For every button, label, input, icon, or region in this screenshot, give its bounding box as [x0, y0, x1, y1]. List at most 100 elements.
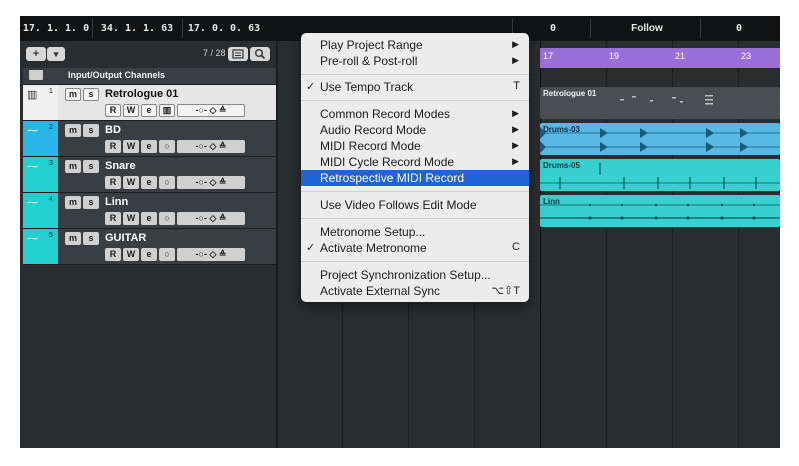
mute-button[interactable]: m: [65, 124, 81, 137]
divider: [590, 19, 591, 38]
track-list: Input/Output Channels ▥ 1 m s Retrologue…: [23, 68, 277, 265]
audio-event[interactable]: Drums-05: [540, 159, 780, 191]
track-linn[interactable]: ⁓ 4 m s Linn R W e ○ -○- ◇ ≙: [23, 193, 277, 229]
waveform-graphic: [540, 203, 780, 220]
edit-channel-icon[interactable]: e: [141, 212, 157, 225]
cubase-window: 17. 1. 1. 0 34. 1. 1. 63 17. 0. 0. 63 0 …: [20, 16, 780, 448]
audio-event[interactable]: Drums-03: [540, 123, 780, 155]
solo-button[interactable]: s: [83, 124, 99, 137]
read-automation-button[interactable]: R: [105, 140, 121, 153]
bar-marker: 17: [543, 51, 554, 61]
solo-button[interactable]: s: [83, 232, 99, 245]
menu-item-label: Pre-roll & Post-roll: [320, 54, 418, 68]
cycle-ruler[interactable]: 17 19 21 23: [540, 48, 780, 68]
folder-track[interactable]: Input/Output Channels: [23, 68, 277, 85]
edit-instrument-icon[interactable]: e: [141, 104, 157, 117]
submenu-arrow-icon: ▶: [512, 108, 519, 118]
left-locator[interactable]: 17. 1. 1. 0: [20, 20, 92, 37]
list-view-icon[interactable]: [228, 47, 248, 61]
folder-icon: [29, 70, 43, 80]
menu-item-preroll-postroll[interactable]: Pre-roll & Post-roll ▶: [301, 53, 529, 69]
read-automation-button[interactable]: R: [105, 248, 121, 261]
track-snare[interactable]: ⁓ 3 m s Snare R W e ○ -○- ◇ ≙: [23, 157, 277, 193]
right-locator[interactable]: 34. 1. 1. 63: [96, 20, 178, 37]
submenu-arrow-icon: ▶: [512, 39, 519, 49]
track-extra-controls[interactable]: -○- ◇ ≙: [177, 248, 245, 261]
write-automation-button[interactable]: W: [123, 140, 139, 153]
menu-item-metronome-setup[interactable]: Metronome Setup...: [301, 224, 529, 240]
solo-button[interactable]: s: [83, 160, 99, 173]
edit-channel-icon[interactable]: e: [141, 140, 157, 153]
track-number: 2: [49, 124, 53, 131]
monitor-icon[interactable]: ○: [159, 140, 175, 153]
menu-separator: [301, 218, 529, 219]
menu-shortcut: C: [512, 241, 520, 253]
end-value[interactable]: 0: [706, 20, 772, 37]
write-automation-button[interactable]: W: [123, 212, 139, 225]
mute-button[interactable]: m: [65, 232, 81, 245]
track-extra-controls[interactable]: -○- ◇ ≙: [177, 104, 245, 117]
monitor-icon[interactable]: ○: [159, 176, 175, 189]
menu-item-play-project-range[interactable]: Play Project Range ▶: [301, 37, 529, 53]
midi-part[interactable]: Retrologue 01: [540, 87, 780, 119]
track-extra-controls[interactable]: -○- ◇ ≙: [177, 212, 245, 225]
menu-item-midi-record-mode[interactable]: MIDI Record Mode ▶: [301, 138, 529, 154]
write-automation-button[interactable]: W: [123, 176, 139, 189]
track-extra-controls[interactable]: -○- ◇ ≙: [177, 176, 245, 189]
track-extra-controls[interactable]: -○- ◇ ≙: [177, 140, 245, 153]
track-name: Snare: [105, 160, 136, 172]
solo-button[interactable]: s: [83, 196, 99, 209]
menu-item-label: Activate Metronome: [320, 241, 427, 255]
lane-linn: Linn: [540, 194, 780, 228]
track-name: BD: [105, 124, 121, 136]
menu-item-label: Metronome Setup...: [320, 225, 426, 239]
divider: [92, 19, 93, 38]
mute-button[interactable]: m: [65, 196, 81, 209]
menu-item-label: Play Project Range: [320, 38, 423, 52]
mute-button[interactable]: m: [65, 160, 81, 173]
add-track-dropdown[interactable]: ▾: [47, 47, 65, 61]
menu-item-midi-cycle-record-mode[interactable]: MIDI Cycle Record Mode ▶: [301, 154, 529, 170]
checkmark-icon: ✓: [306, 81, 316, 93]
solo-button[interactable]: s: [83, 88, 99, 101]
bar-marker: 23: [741, 51, 752, 61]
submenu-arrow-icon: ▶: [512, 140, 519, 150]
read-automation-button[interactable]: R: [105, 104, 121, 117]
menu-item-retrospective-midi-record[interactable]: Retrospective MIDI Record: [301, 170, 529, 186]
menu-item-use-tempo-track[interactable]: ✓ Use Tempo Track T: [301, 79, 529, 95]
write-automation-button[interactable]: W: [123, 104, 139, 117]
menu-item-label: Project Synchronization Setup...: [320, 268, 491, 282]
splitter[interactable]: [276, 41, 278, 448]
range-length[interactable]: 17. 0. 0. 63: [186, 20, 262, 37]
menu-item-activate-external-sync[interactable]: Activate External Sync ⌥⇧T: [301, 283, 529, 299]
add-track-button[interactable]: +: [26, 47, 46, 61]
mute-button[interactable]: m: [65, 88, 81, 101]
menu-item-common-record-modes[interactable]: Common Record Modes ▶: [301, 106, 529, 122]
menu-item-label: Use Tempo Track: [320, 80, 414, 94]
menu-item-label: Retrospective MIDI Record: [320, 171, 465, 185]
menu-item-video-follows-edit-mode[interactable]: Use Video Follows Edit Mode: [301, 197, 529, 213]
menu-shortcut: ⌥⇧T: [491, 285, 520, 297]
audio-event[interactable]: Linn: [540, 195, 780, 227]
read-automation-button[interactable]: R: [105, 212, 121, 225]
track-retrologue[interactable]: ▥ 1 m s Retrologue 01 R W e ▥ -○- ◇ ≙: [23, 85, 277, 121]
edit-channel-icon[interactable]: e: [141, 176, 157, 189]
punch-value[interactable]: 0: [520, 20, 586, 37]
read-automation-button[interactable]: R: [105, 176, 121, 189]
menu-item-audio-record-mode[interactable]: Audio Record Mode ▶: [301, 122, 529, 138]
menu-item-label: Activate External Sync: [320, 284, 441, 298]
monitor-icon[interactable]: ○: [159, 212, 175, 225]
menu-item-project-sync-setup[interactable]: Project Synchronization Setup...: [301, 267, 529, 283]
keyboard-icon[interactable]: ▥: [159, 104, 175, 117]
edit-channel-icon[interactable]: e: [141, 248, 157, 261]
track-name: Retrologue 01: [105, 88, 179, 100]
write-automation-button[interactable]: W: [123, 248, 139, 261]
menu-item-activate-metronome[interactable]: ✓ Activate Metronome C: [301, 240, 529, 256]
follow-button[interactable]: Follow: [600, 20, 694, 37]
audio-waveform-icon: ⁓: [27, 125, 38, 137]
audio-waveform-icon: ⁓: [27, 233, 38, 245]
track-bd[interactable]: ⁓ 2 m s BD R W e ○ -○- ◇ ≙: [23, 121, 277, 157]
monitor-icon[interactable]: ○: [159, 248, 175, 261]
search-icon[interactable]: [250, 47, 270, 61]
track-guitar[interactable]: ⁓ 5 m s GUITAR R W e ○ -○- ◇ ≙: [23, 229, 277, 265]
